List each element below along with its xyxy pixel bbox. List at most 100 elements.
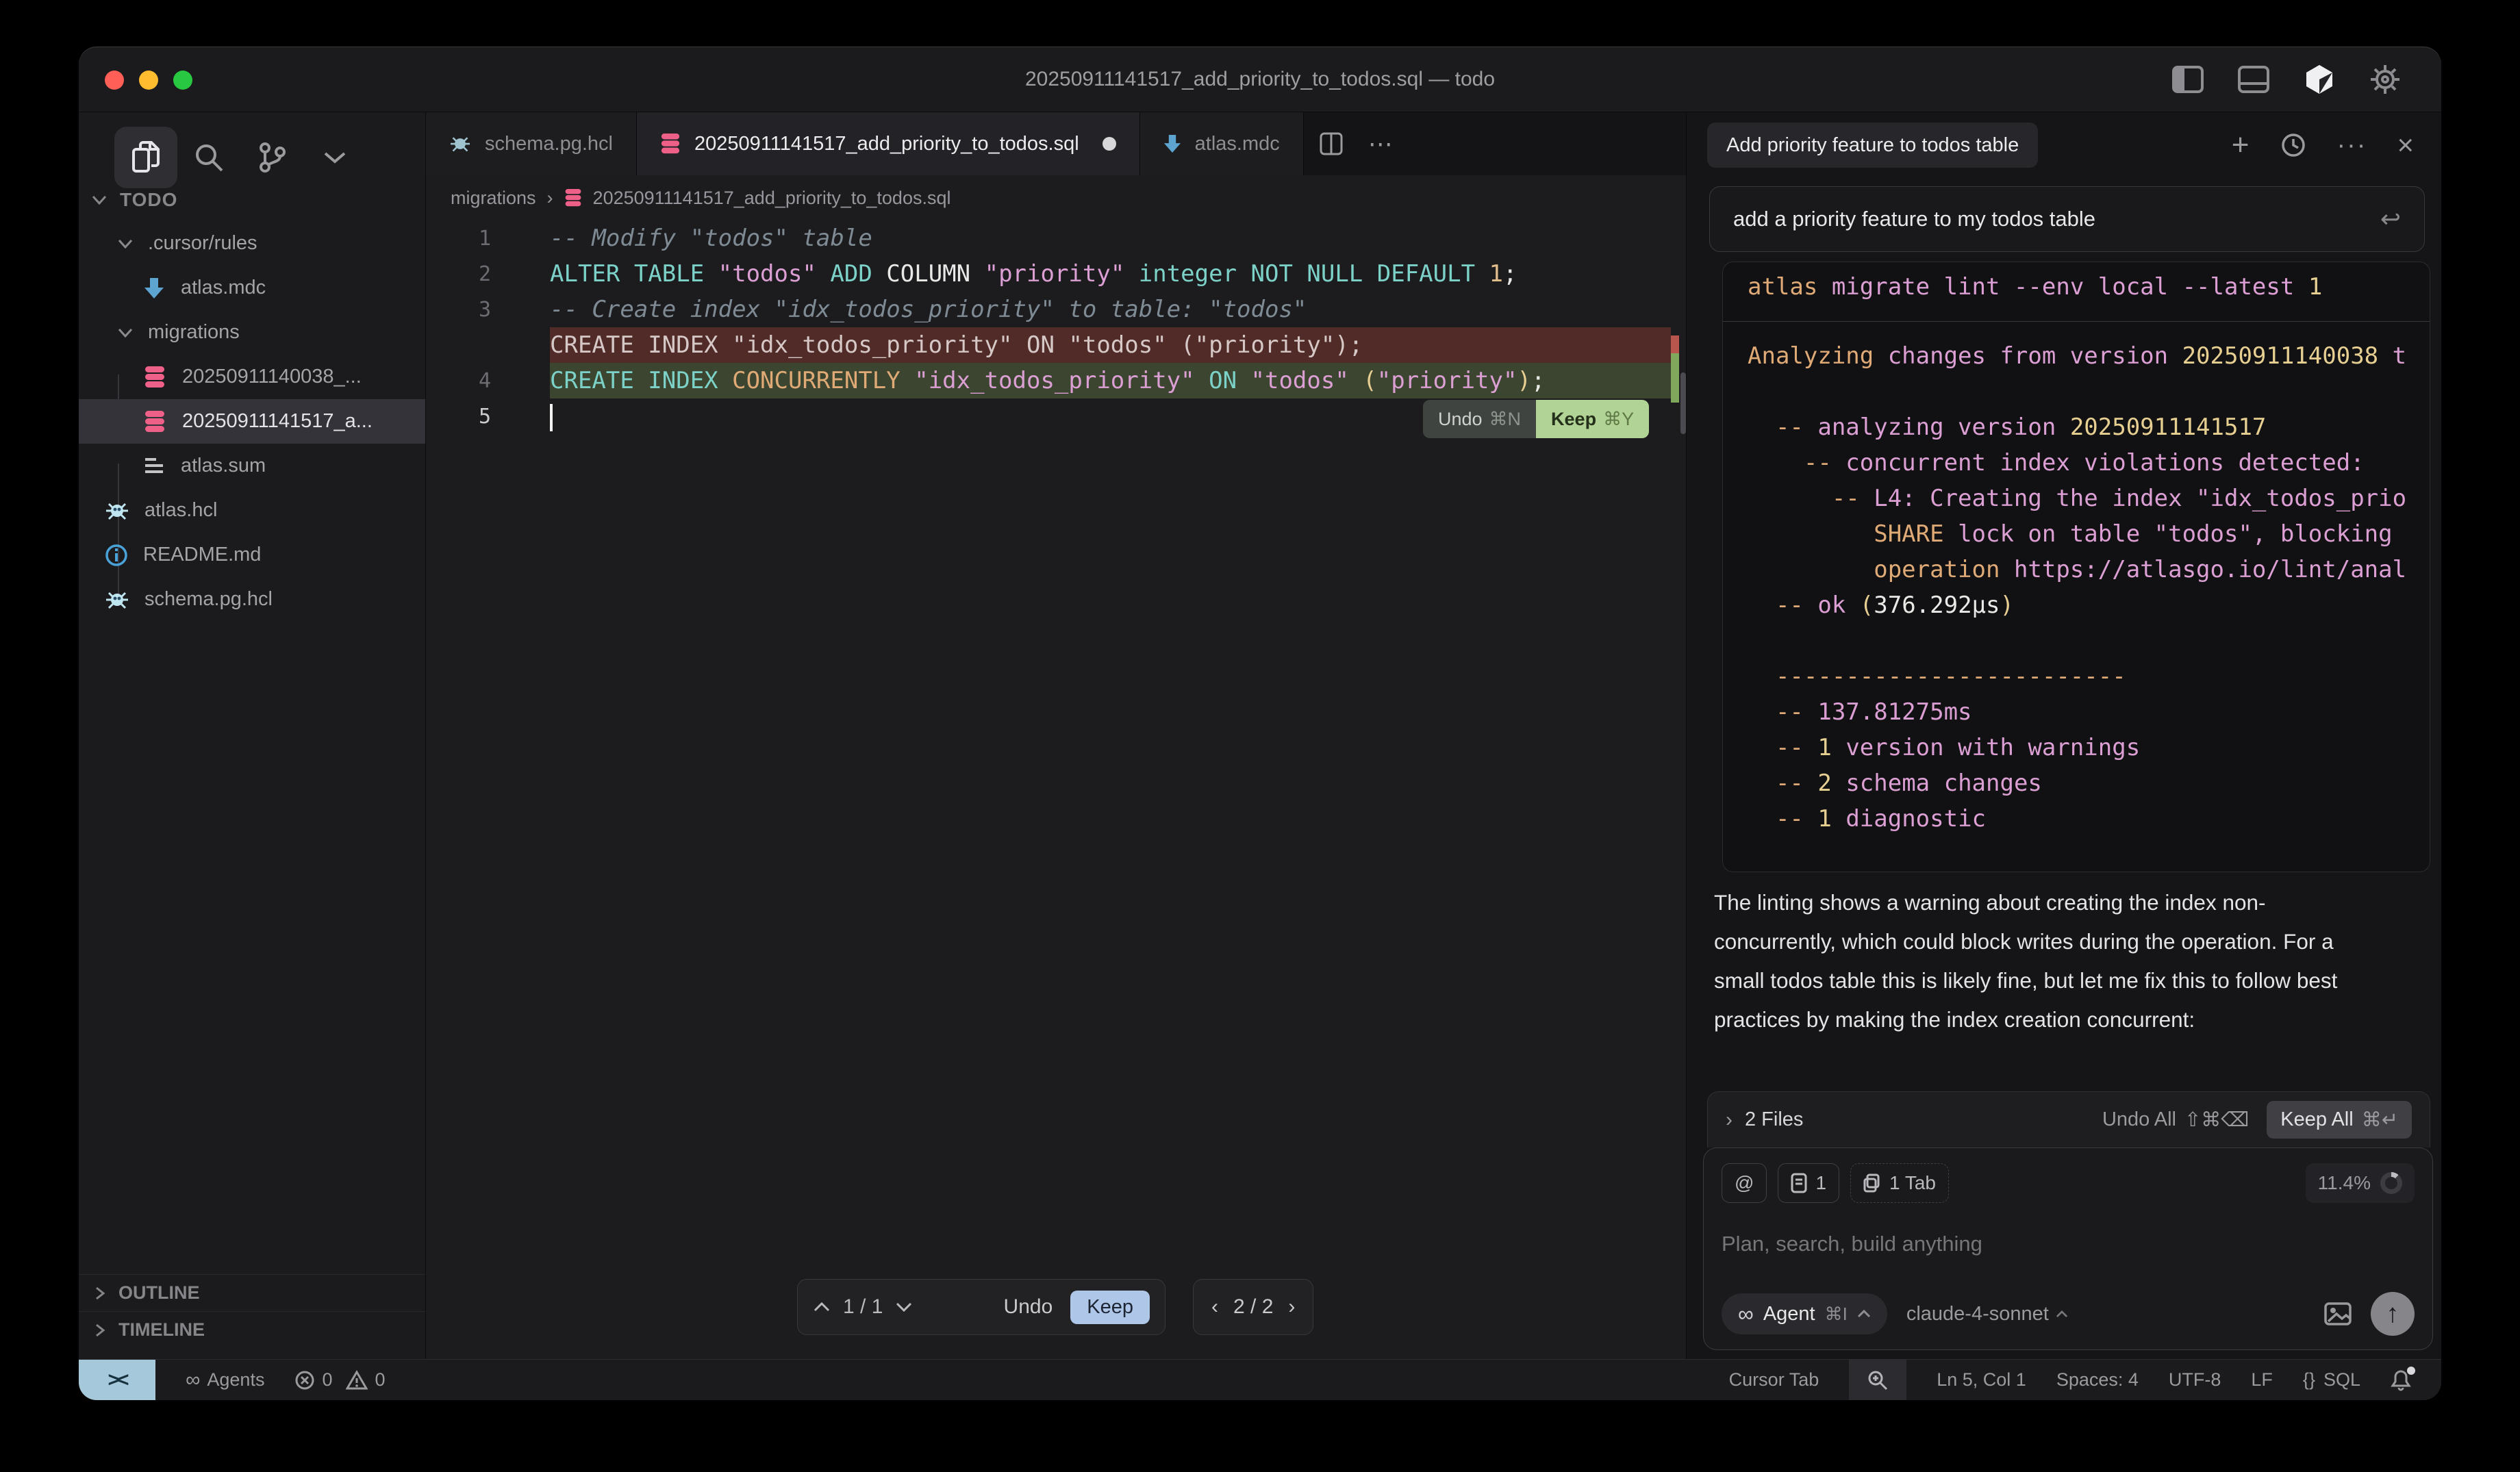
database-icon (144, 366, 166, 389)
user-message-text: add a priority feature to my todos table (1733, 207, 2095, 231)
explorer-section-header[interactable]: TODO (91, 181, 177, 219)
tree-folder-migrations[interactable]: migrations (79, 310, 425, 355)
diff-keep-button[interactable]: Keep⌘Y (1536, 400, 1649, 438)
files-count: 2 Files (1745, 1108, 1803, 1131)
braces-icon: {} (2303, 1369, 2315, 1391)
context-usage[interactable]: 11.4% (2306, 1163, 2415, 1203)
tree-item-label: atlas.mdc (181, 277, 266, 299)
language-status[interactable]: {} SQL (2303, 1369, 2360, 1391)
encoding-status[interactable]: UTF-8 (2169, 1369, 2221, 1391)
new-chat-icon[interactable]: + (2232, 128, 2250, 162)
project-name: TODO (120, 189, 177, 211)
code-line-2: 2 ALTER TABLE "todos" ADD COLUMN "priori… (426, 256, 1671, 292)
agents-status-item[interactable]: ∞ Agents (186, 1369, 264, 1392)
breadcrumb[interactable]: migrations › 20250911141517_add_priority… (426, 175, 1686, 220)
tree-file-readme[interactable]: README.md (79, 533, 425, 577)
diff-position: 1 / 1 (843, 1295, 883, 1319)
tree-folder-cursor-rules[interactable]: .cursor/rules (79, 221, 425, 266)
outline-label: OUTLINE (118, 1282, 200, 1304)
timeline-section[interactable]: TIMELINE (79, 1311, 425, 1348)
tab-schema-pg-hcl[interactable]: schema.pg.hcl (426, 112, 637, 175)
outline-section[interactable]: OUTLINE (79, 1274, 425, 1311)
eol-status[interactable]: LF (2251, 1369, 2273, 1391)
context-usage-donut-icon (2380, 1172, 2402, 1194)
mention-context-button[interactable]: @ (1722, 1163, 1767, 1203)
toggle-panel-icon[interactable] (2236, 62, 2271, 97)
send-button[interactable]: ↑ (2371, 1292, 2415, 1336)
mdc-arrow-icon (1163, 134, 1181, 154)
changed-files-bar[interactable]: › 2 Files Undo All ⇧⌘⌫ Keep All ⌘↵ (1707, 1091, 2430, 1147)
restore-checkpoint-icon[interactable]: ↩ (2380, 205, 2401, 233)
infinity-icon: ∞ (1738, 1302, 1754, 1327)
expand-files-icon[interactable]: › (1726, 1108, 1732, 1132)
terminal-line: operation https://atlasgo.io/lint/analy (1748, 552, 2405, 587)
cursor-position-status[interactable]: Ln 5, Col 1 (1937, 1369, 2026, 1391)
terminal-command: atlas migrate lint --env local --latest … (1748, 269, 2405, 305)
attach-image-icon[interactable] (2324, 1302, 2352, 1325)
terminal-line: -- 2 schema changes (1748, 765, 2405, 801)
model-selector[interactable]: claude-4-sonnet (1906, 1303, 2068, 1325)
keep-button[interactable]: Keep (1070, 1291, 1150, 1324)
chevron-up-icon (1857, 1310, 1871, 1318)
terminal-output[interactable]: atlas migrate lint --env local --latest … (1722, 262, 2430, 872)
pager-position: 2 / 2 (1233, 1295, 1273, 1319)
explorer-icon[interactable] (114, 127, 177, 188)
indentation-status[interactable]: Spaces: 4 (2056, 1369, 2139, 1391)
problems-status-item[interactable]: 0 0 (294, 1369, 385, 1391)
undo-button[interactable]: Undo (1004, 1295, 1053, 1319)
tree-file-migration-141517[interactable]: 20250911141517_a... (79, 399, 425, 444)
agent-mode-selector[interactable]: ∞ Agent ⌘I (1722, 1293, 1887, 1334)
history-icon[interactable] (2280, 131, 2307, 159)
code-editor[interactable]: 1 -- Modify "todos" table 2 ALTER TABLE … (426, 220, 1671, 434)
chat-composer[interactable]: @ 1 1 Tab 11.4% Plan, search, build anyt… (1703, 1147, 2433, 1350)
composer-placeholder[interactable]: Plan, search, build anything (1722, 1232, 2415, 1256)
mdc-arrow-icon (144, 277, 164, 300)
zoom-tool-icon[interactable] (1849, 1360, 1906, 1401)
tab-context-chip[interactable]: 1 Tab (1850, 1163, 1949, 1203)
tree-file-schema-pg-hcl[interactable]: schema.pg.hcl (79, 577, 425, 622)
remote-indicator-button[interactable]: >< (79, 1360, 155, 1401)
chat-tab[interactable]: Add priority feature to todos table (1707, 123, 2038, 168)
prev-diff-icon[interactable] (813, 1302, 831, 1312)
code-line-1: 1 -- Modify "todos" table (426, 220, 1671, 256)
tab-migration-sql[interactable]: 20250911141517_add_priority_to_todos.sql (637, 112, 1140, 175)
file-pager: ‹ 2 / 2 › (1193, 1279, 1313, 1335)
activity-more-chevron-icon[interactable] (303, 127, 366, 188)
split-editor-icon[interactable] (1319, 131, 1344, 156)
overview-ruler-add-mark (1671, 353, 1679, 403)
tree-item-label: .cursor/rules (148, 232, 257, 255)
editor-more-actions-icon[interactable]: ⋯ (1368, 129, 1395, 158)
tab-atlas-mdc[interactable]: atlas.mdc (1140, 112, 1304, 175)
search-icon[interactable] (177, 127, 240, 188)
next-diff-icon[interactable] (895, 1302, 913, 1312)
pager-next-icon[interactable]: › (1288, 1295, 1295, 1319)
breadcrumb-folder[interactable]: migrations (451, 188, 536, 209)
modified-dot-icon[interactable] (1102, 137, 1116, 151)
context-usage-percent: 11.4% (2318, 1172, 2371, 1194)
tree-file-atlas-sum[interactable]: atlas.sum (79, 444, 425, 488)
tree-file-atlas-mdc[interactable]: atlas.mdc (79, 266, 425, 310)
breadcrumb-separator: › (547, 188, 553, 209)
tree-file-atlas-hcl[interactable]: atlas.hcl (79, 488, 425, 533)
cursor-tab-status[interactable]: Cursor Tab (1729, 1369, 1819, 1391)
toggle-sidebar-icon[interactable] (2170, 62, 2206, 97)
source-control-icon[interactable] (240, 127, 303, 188)
tab-strip: schema.pg.hcl 20250911141517_add_priorit… (426, 112, 1686, 175)
editor-scrollbar[interactable] (1680, 372, 1686, 434)
chat-more-icon[interactable]: ··· (2337, 131, 2367, 160)
undo-all-button[interactable]: Undo All ⇧⌘⌫ (2102, 1108, 2249, 1132)
tree-file-migration-140038[interactable]: 20250911140038_... (79, 355, 425, 399)
app-window: 20250911141517_add_priority_to_todos.sql… (79, 47, 2441, 1400)
close-chat-icon[interactable]: × (2397, 129, 2414, 162)
diff-undo-button[interactable]: Undo⌘N (1423, 400, 1536, 438)
context-files-chip[interactable]: 1 (1778, 1163, 1839, 1203)
pager-prev-icon[interactable]: ‹ (1211, 1295, 1218, 1319)
terminal-line: SHARE lock on table "todos", blocking w (1748, 516, 2405, 552)
settings-gear-icon[interactable] (2367, 62, 2403, 97)
user-message[interactable]: add a priority feature to my todos table… (1709, 186, 2425, 252)
notifications-bell-icon[interactable] (2391, 1369, 2411, 1391)
tree-item-label: atlas.sum (181, 455, 266, 477)
breadcrumb-file[interactable]: 20250911141517_add_priority_to_todos.sql (593, 188, 951, 209)
keep-all-button[interactable]: Keep All ⌘↵ (2267, 1101, 2412, 1139)
cursor-cube-icon[interactable] (2302, 62, 2337, 97)
